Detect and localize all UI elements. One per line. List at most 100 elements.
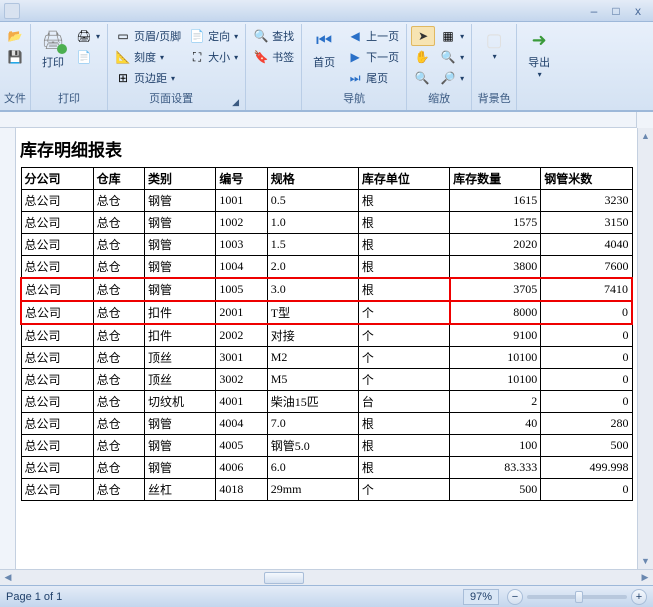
table-cell: 丝杠 xyxy=(145,479,216,501)
margins-icon: ⊞ xyxy=(115,70,131,86)
table-row: 总公司总仓钢管10021.0根15753150 xyxy=(21,212,632,234)
table-cell: 100 xyxy=(450,435,541,457)
scale-button[interactable]: 📐刻度▾ xyxy=(112,47,184,67)
size-button[interactable]: ⛶大小▾ xyxy=(186,47,241,67)
table-cell: 0 xyxy=(541,324,632,347)
report-table: 分公司仓库类别编号规格库存单位库存数量钢管米数 总公司总仓钢管10010.5根1… xyxy=(20,167,633,501)
hscroll-thumb[interactable] xyxy=(264,572,304,584)
table-cell: 83.333 xyxy=(450,457,541,479)
table-cell: 1615 xyxy=(450,190,541,212)
orientation-button[interactable]: 📄定向▾ xyxy=(186,26,241,46)
hand-button[interactable]: ✋ xyxy=(411,47,435,67)
bookmark-icon: 🔖 xyxy=(253,49,269,65)
last-page-button[interactable]: ⏭尾页 xyxy=(344,68,402,88)
group-export-label xyxy=(521,92,557,108)
close-button[interactable]: x xyxy=(627,3,649,19)
vscroll-track[interactable] xyxy=(638,144,653,553)
table-cell: 个 xyxy=(358,347,449,369)
scroll-right-button[interactable]: ▶ xyxy=(637,570,653,585)
table-cell: 总仓 xyxy=(93,391,144,413)
table-cell: 总仓 xyxy=(93,190,144,212)
table-cell: 3001 xyxy=(216,347,267,369)
page-setup-dialog-launcher[interactable]: ◢ xyxy=(230,97,241,108)
magnifier-button[interactable]: 🔍 xyxy=(411,68,435,88)
prev-page-button[interactable]: ◀上一页 xyxy=(344,26,402,46)
table-cell: 7410 xyxy=(541,278,632,301)
table-cell: 4004 xyxy=(216,413,267,435)
quick-print-button[interactable]: 🖨▾ xyxy=(73,26,103,46)
many-pages-button[interactable]: ▦▾ xyxy=(437,26,467,46)
export-button[interactable]: ➜ 导出 ▾ xyxy=(521,26,557,81)
find-button[interactable]: 🔍查找 xyxy=(250,26,297,46)
table-cell: 钢管 xyxy=(145,413,216,435)
table-cell: 个 xyxy=(358,479,449,501)
zoom-minus-button[interactable]: − xyxy=(507,589,523,605)
pointer-button[interactable]: ➤ xyxy=(411,26,435,46)
table-row: 总公司总仓钢管10042.0根38007600 xyxy=(21,256,632,279)
table-row: 总公司总仓丝杠401829mm个5000 xyxy=(21,479,632,501)
bookmarks-button[interactable]: 🔖书签 xyxy=(250,47,297,67)
magnifier-icon: 🔍 xyxy=(414,70,430,86)
hscroll-track[interactable] xyxy=(16,570,637,585)
margins-button[interactable]: ⊞页边距▾ xyxy=(112,68,184,88)
document-area: 库存明细报表 分公司仓库类别编号规格库存单位库存数量钢管米数 总公司总仓钢管10… xyxy=(0,111,653,585)
table-cell: 个 xyxy=(358,301,449,324)
zoom-in-button[interactable]: 🔎▾ xyxy=(437,68,467,88)
table-cell: 500 xyxy=(450,479,541,501)
minimize-button[interactable]: – xyxy=(583,3,605,19)
table-row: 总公司总仓钢管10010.5根16153230 xyxy=(21,190,632,212)
table-cell: 4001 xyxy=(216,391,267,413)
scroll-up-button[interactable]: ▲ xyxy=(638,128,653,144)
table-cell: M5 xyxy=(267,369,358,391)
maximize-button[interactable]: □ xyxy=(605,3,627,19)
table-cell: 0 xyxy=(541,479,632,501)
table-cell: 3150 xyxy=(541,212,632,234)
zoom-percentage[interactable]: 97% xyxy=(463,589,499,605)
zoom-slider-track[interactable] xyxy=(527,595,627,599)
scroll-left-button[interactable]: ◀ xyxy=(0,570,16,585)
table-cell: 3.0 xyxy=(267,278,358,301)
horizontal-scrollbar[interactable]: ◀ ▶ xyxy=(0,569,653,585)
table-cell: 29mm xyxy=(267,479,358,501)
zoom-slider-thumb[interactable] xyxy=(575,591,583,603)
group-file-label: 文件 xyxy=(4,88,26,108)
pointer-icon: ➤ xyxy=(415,28,431,44)
table-cell: 1001 xyxy=(216,190,267,212)
table-cell: 2.0 xyxy=(267,256,358,279)
open-button[interactable]: 📂 xyxy=(4,26,26,46)
first-page-button[interactable]: ⏮ 首页 xyxy=(306,26,342,72)
table-cell: 根 xyxy=(358,212,449,234)
print-options-button[interactable]: 📄 xyxy=(73,47,103,67)
table-cell: 7600 xyxy=(541,256,632,279)
table-cell: 总公司 xyxy=(21,435,93,457)
table-cell: 0 xyxy=(541,369,632,391)
page-viewport[interactable]: 库存明细报表 分公司仓库类别编号规格库存单位库存数量钢管米数 总公司总仓钢管10… xyxy=(16,128,637,569)
table-row: 总公司总仓钢管4005钢管5.0根100500 xyxy=(21,435,632,457)
group-page-setup-label: 页面设置 xyxy=(112,88,230,108)
column-header: 钢管米数 xyxy=(541,168,632,190)
table-cell: 6.0 xyxy=(267,457,358,479)
scroll-down-button[interactable]: ▼ xyxy=(638,553,653,569)
table-cell: 根 xyxy=(358,413,449,435)
bgcolor-icon: ▢ xyxy=(482,28,506,52)
group-bgcolor: ▢ ▾ 背景色 xyxy=(472,24,517,110)
table-cell: 钢管 xyxy=(145,256,216,279)
group-zoom: ➤ ✋ 🔍 ▦▾ 🔍▾ 🔎▾ 缩放 xyxy=(407,24,472,110)
hand-icon: ✋ xyxy=(414,49,430,65)
table-cell: 总公司 xyxy=(21,347,93,369)
vertical-scrollbar[interactable]: ▲ ▼ xyxy=(637,128,653,569)
table-cell: 钢管 xyxy=(145,190,216,212)
print-button[interactable]: 🖨 打印 xyxy=(35,26,71,72)
report-title: 库存明细报表 xyxy=(20,136,633,161)
header-footer-button[interactable]: ▭页眉/页脚 xyxy=(112,26,184,46)
table-cell: 总公司 xyxy=(21,369,93,391)
bgcolor-button[interactable]: ▢ ▾ xyxy=(476,26,512,63)
zoom-out-button[interactable]: 🔍▾ xyxy=(437,47,467,67)
save-icon: 💾 xyxy=(7,49,23,65)
zoom-plus-button[interactable]: + xyxy=(631,589,647,605)
save-button[interactable]: 💾 xyxy=(4,47,26,67)
group-page-setup: ▭页眉/页脚 📐刻度▾ ⊞页边距▾ 📄定向▾ ⛶大小▾ 页面设置◢ xyxy=(108,24,246,110)
group-print: 🖨 打印 🖨▾ 📄 打印 xyxy=(31,24,108,110)
next-page-icon: ▶ xyxy=(347,49,363,65)
next-page-button[interactable]: ▶下一页 xyxy=(344,47,402,67)
